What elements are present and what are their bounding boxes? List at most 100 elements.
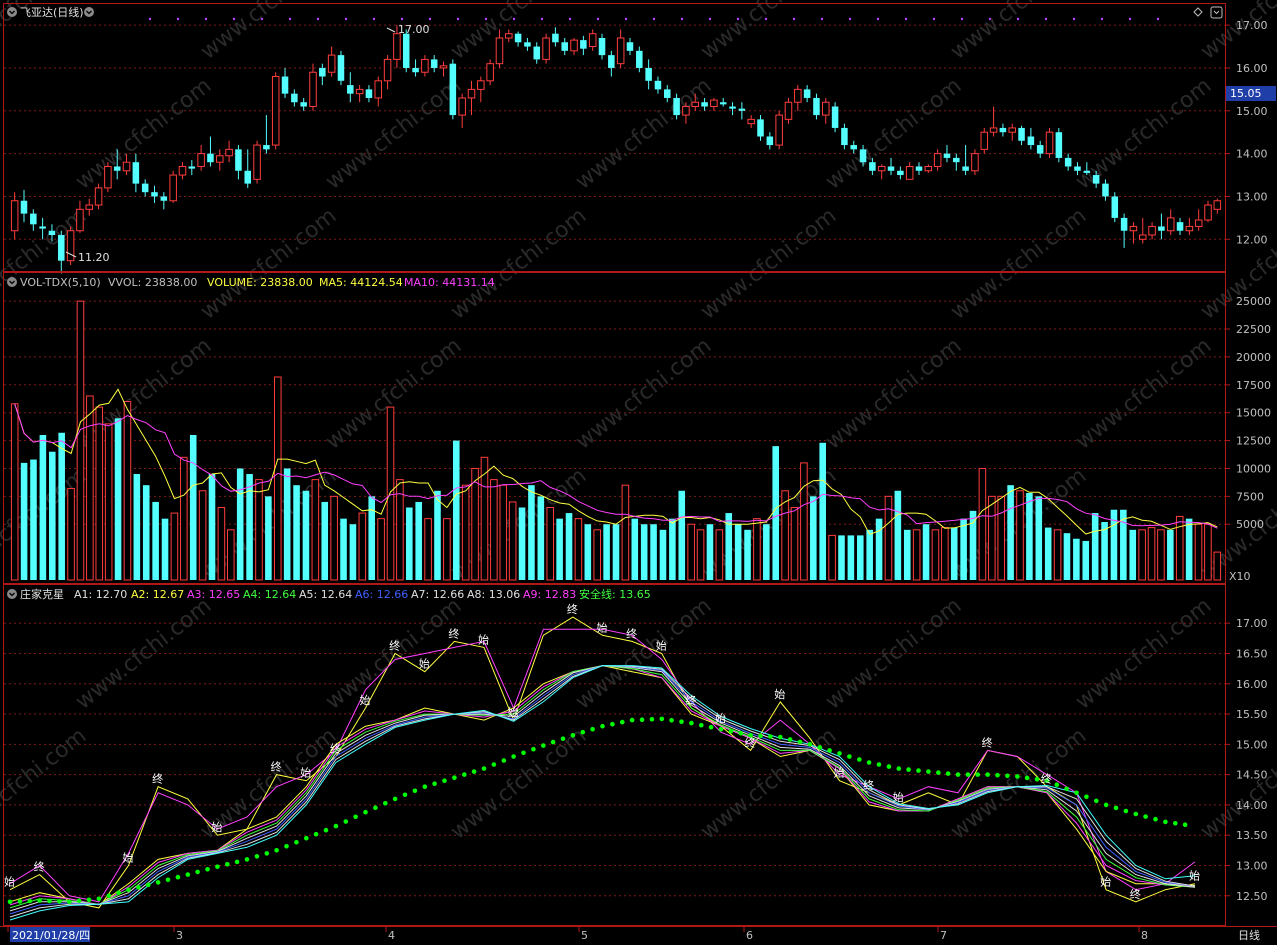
volume-bar[interactable] — [565, 513, 573, 580]
volume-bar[interactable] — [1204, 523, 1212, 581]
volume-bar[interactable] — [903, 529, 911, 580]
volume-bar[interactable] — [1091, 513, 1099, 580]
volume-bar[interactable] — [528, 485, 535, 580]
volume-bar[interactable] — [386, 406, 395, 581]
volume-bar[interactable] — [152, 501, 159, 580]
volume-bar[interactable] — [227, 529, 235, 581]
volume-bar[interactable] — [819, 442, 826, 580]
volume-bar[interactable] — [1147, 527, 1156, 581]
volume-bar[interactable] — [461, 484, 470, 581]
volume-bar[interactable] — [311, 479, 320, 581]
volume-bar[interactable] — [58, 432, 65, 580]
volume-bar[interactable] — [39, 435, 47, 580]
volume-bar[interactable] — [170, 512, 179, 581]
volume-bar[interactable] — [574, 518, 583, 581]
volume-bar[interactable] — [997, 495, 1005, 581]
volume-bar[interactable] — [255, 479, 263, 581]
volume-bar[interactable] — [161, 518, 169, 580]
candle[interactable] — [1055, 127, 1063, 163]
volume-bar[interactable] — [621, 484, 630, 581]
volume-bar[interactable] — [104, 423, 113, 581]
candle[interactable] — [104, 162, 112, 193]
volume-bar[interactable] — [640, 524, 648, 580]
volume-bar[interactable] — [208, 474, 216, 580]
volume-bar[interactable] — [678, 490, 686, 580]
volume-bar[interactable] — [1157, 529, 1165, 581]
volume-bar[interactable] — [48, 451, 56, 580]
volume-bar[interactable] — [508, 501, 517, 581]
volume-bar[interactable] — [1167, 529, 1174, 580]
volume-bar[interactable] — [1007, 485, 1014, 580]
volume-bar[interactable] — [217, 507, 226, 581]
candle[interactable] — [271, 72, 280, 150]
volume-bar[interactable] — [265, 496, 272, 580]
volume-bar[interactable] — [67, 488, 75, 581]
volume-bar[interactable] — [1026, 493, 1033, 580]
volume-bar[interactable] — [236, 468, 244, 580]
volume-bar[interactable] — [631, 518, 639, 580]
volume-bar[interactable] — [490, 479, 498, 581]
volume-bar[interactable] — [650, 524, 657, 580]
volume-bar[interactable] — [499, 484, 508, 581]
volume-bar[interactable] — [358, 512, 367, 581]
volume-bar[interactable] — [856, 535, 864, 580]
volume-bar[interactable] — [471, 467, 479, 581]
volume-bar[interactable] — [603, 524, 610, 580]
volume-bar[interactable] — [30, 459, 37, 580]
volume-bar[interactable] — [706, 524, 714, 580]
volume-bar[interactable] — [273, 376, 282, 581]
candle[interactable] — [486, 59, 494, 86]
volume-bar[interactable] — [659, 529, 667, 580]
volume-bar[interactable] — [1035, 496, 1043, 580]
volume-bar[interactable] — [790, 507, 799, 581]
candle[interactable] — [94, 183, 103, 210]
volume-bar[interactable] — [781, 490, 789, 581]
volume-bar[interactable] — [1063, 533, 1071, 580]
volume-bar[interactable] — [1053, 529, 1062, 581]
volume-bar[interactable] — [180, 456, 188, 581]
volume-bar[interactable] — [76, 300, 85, 581]
volume-bar[interactable] — [744, 529, 751, 580]
volume-bar[interactable] — [1138, 529, 1146, 581]
volume-bar[interactable] — [828, 534, 836, 581]
volume-bar[interactable] — [86, 395, 94, 581]
volume-bar[interactable] — [321, 501, 329, 580]
volume-bar[interactable] — [330, 495, 338, 581]
volume-bar[interactable] — [847, 535, 855, 580]
volume-bar[interactable] — [922, 524, 930, 580]
volume-bar[interactable] — [406, 507, 413, 581]
candle[interactable] — [66, 226, 75, 265]
volume-bar[interactable] — [715, 529, 724, 581]
volume-bar[interactable] — [1185, 518, 1193, 580]
volume-bar[interactable] — [349, 524, 357, 580]
candle[interactable] — [831, 102, 839, 133]
volume-bar[interactable] — [246, 474, 253, 580]
volume-bar[interactable] — [584, 524, 592, 580]
volume-bar[interactable] — [669, 518, 676, 580]
volume-bar[interactable] — [340, 518, 347, 580]
volume-bar[interactable] — [950, 527, 958, 580]
candle[interactable] — [980, 127, 989, 154]
volume-bar[interactable] — [377, 518, 385, 581]
candle[interactable] — [784, 97, 793, 124]
candle[interactable] — [1045, 127, 1054, 158]
volume-bar[interactable] — [1082, 540, 1090, 580]
period-label[interactable]: 日线 — [1238, 928, 1260, 942]
volume-bar[interactable] — [772, 446, 780, 580]
collapse-icon[interactable] — [7, 277, 17, 287]
volume-bar[interactable] — [368, 496, 376, 580]
volume-bar[interactable] — [763, 524, 770, 580]
volume-bar[interactable] — [838, 535, 845, 580]
volume-bar[interactable] — [593, 529, 601, 581]
volume-bar[interactable] — [1129, 529, 1137, 580]
volume-bar[interactable] — [123, 401, 132, 581]
volume-bar[interactable] — [452, 440, 460, 580]
volume-bar[interactable] — [198, 490, 207, 581]
volume-bar[interactable] — [687, 523, 695, 581]
volume-bar[interactable] — [302, 490, 310, 580]
volume-bar[interactable] — [10, 403, 19, 581]
volume-bar[interactable] — [424, 518, 432, 581]
volume-bar[interactable] — [810, 496, 817, 580]
candle[interactable] — [337, 50, 345, 86]
volume-bar[interactable] — [931, 529, 940, 581]
